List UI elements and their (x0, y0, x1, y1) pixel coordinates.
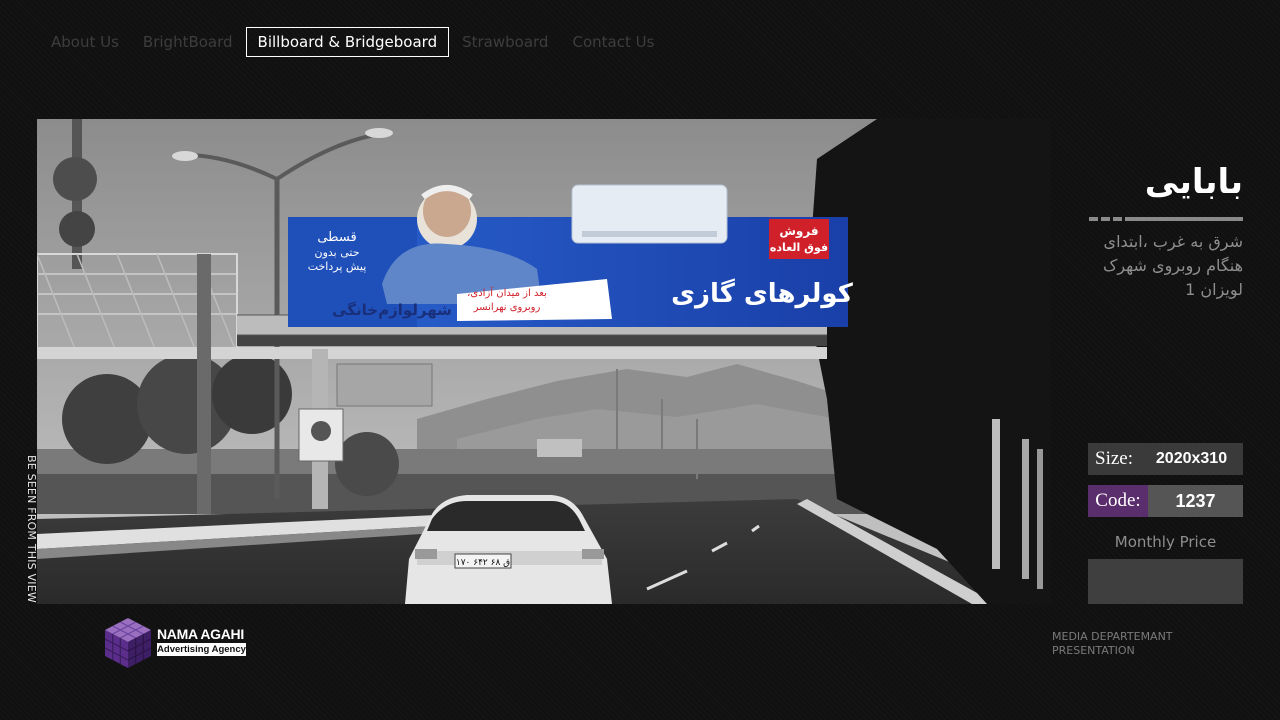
code-label: Code: (1088, 485, 1148, 517)
main-nav: About Us BrightBoard Billboard & Bridgeb… (40, 27, 667, 57)
billboard-address-2: روبروی نهرانسر (473, 302, 541, 313)
nav-strawboard[interactable]: Strawboard (451, 27, 559, 57)
billboard-photo: قسطی حتی بدون پیش پرداخت بعد از میدان آز… (37, 119, 1051, 604)
billboard-sale-2: فوق العاده (770, 241, 828, 254)
monthly-price-value (1088, 559, 1243, 604)
nav-billboard-bridgeboard[interactable]: Billboard & Bridgeboard (245, 27, 450, 57)
title-divider (1089, 217, 1243, 221)
logo-name: NAMA AGAHI (157, 626, 244, 642)
nav-brightboard[interactable]: BrightBoard (132, 27, 244, 57)
license-plate: ۱۷۰ ۶۴۲ ق ۶۸ (456, 558, 510, 568)
footnote-line-1: MEDIA DEPARTEMANT (1052, 630, 1173, 643)
nav-contact-us[interactable]: Contact Us (561, 27, 665, 57)
monthly-price-label: Monthly Price (1114, 533, 1217, 551)
view-caption: BE SEEN FROM THIS VIEW (25, 455, 38, 603)
cube-logo-icon (104, 618, 152, 668)
location-title: بابایی (1144, 162, 1243, 202)
billboard-installment-2: حتی بدون (314, 246, 359, 259)
code-spec: Code: 1237 (1088, 485, 1243, 517)
brand-logo[interactable]: NAMA AGAHI Advertising Agency (103, 616, 253, 670)
billboard-address-1: بعد از میدان آزادی، (467, 286, 547, 299)
footer-note: MEDIA DEPARTEMANT PRESENTATION (1052, 630, 1173, 658)
nav-about-us[interactable]: About Us (40, 27, 130, 57)
code-value: 1237 (1148, 485, 1243, 517)
size-spec: Size: 2020x310 (1088, 443, 1243, 475)
billboard-store-name: شهرلوازم‌خانگی (332, 301, 452, 319)
size-value: 2020x310 (1140, 443, 1243, 475)
size-label: Size: (1088, 443, 1140, 475)
billboard-headline: کولرهای گازی (671, 278, 854, 309)
billboard-sale-1: فروش (779, 224, 818, 239)
billboard-installment-3: پیش پرداخت (308, 260, 367, 273)
location-description: شرق به غرب ،ابتدای هنگام روبروی شهرک لوی… (1103, 232, 1243, 299)
footnote-line-2: PRESENTATION (1052, 644, 1135, 657)
billboard-installment-1: قسطی (317, 230, 356, 245)
logo-tagline: Advertising Agency (157, 643, 246, 656)
